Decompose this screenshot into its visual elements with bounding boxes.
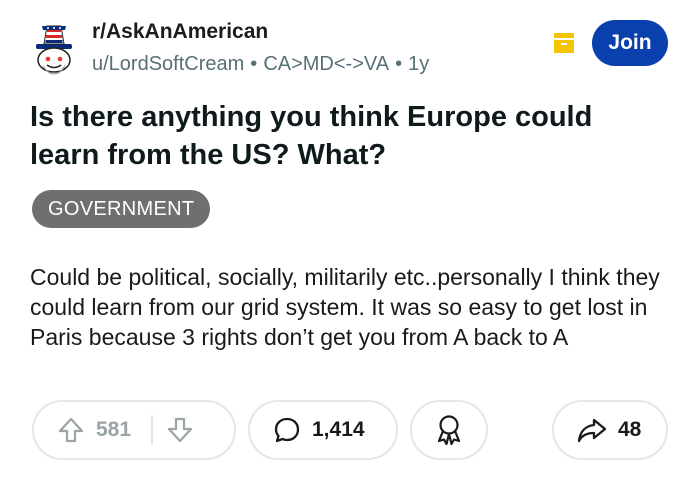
award-ribbon-icon: [434, 413, 464, 447]
join-button[interactable]: Join: [592, 20, 668, 66]
uncle-sam-snoo-icon[interactable]: [30, 24, 78, 84]
save-icon[interactable]: [553, 32, 575, 54]
post-meta: u/LordSoftCream • CA>MD<->VA • 1y: [92, 53, 429, 76]
post-age: 1y: [408, 53, 430, 75]
separator-dot: •: [250, 53, 258, 75]
post-flair-badge[interactable]: GOVERNMENT: [32, 190, 211, 228]
author-link[interactable]: u/LordSoftCream: [92, 53, 244, 75]
upvote-count: 581: [96, 418, 132, 441]
post-body: Could be political, socially, militarily…: [30, 264, 660, 350]
share-arrow-icon: [576, 415, 608, 445]
separator-dot: •: [395, 53, 403, 75]
share-button[interactable]: 48: [552, 400, 668, 460]
speech-bubble-icon: [272, 415, 302, 445]
user-flair: CA>MD<->VA: [263, 53, 390, 75]
comment-count: 1,414: [312, 418, 365, 441]
arrow-up-icon[interactable]: [56, 415, 86, 445]
subreddit-name[interactable]: r/AskAnAmerican: [92, 20, 268, 44]
arrow-down-icon[interactable]: [165, 415, 195, 445]
award-button[interactable]: [410, 400, 488, 460]
post-action-bar: 581 1,414 48: [32, 400, 672, 462]
post-header: r/AskAnAmerican u/LordSoftCream • CA>MD<->…: [30, 18, 670, 80]
vote-control: 581: [32, 400, 236, 460]
post-title[interactable]: Is there anything you think Europe could…: [30, 98, 650, 174]
vote-divider: [151, 415, 154, 445]
share-count: 48: [618, 418, 642, 441]
comments-button[interactable]: 1,414: [248, 400, 398, 460]
